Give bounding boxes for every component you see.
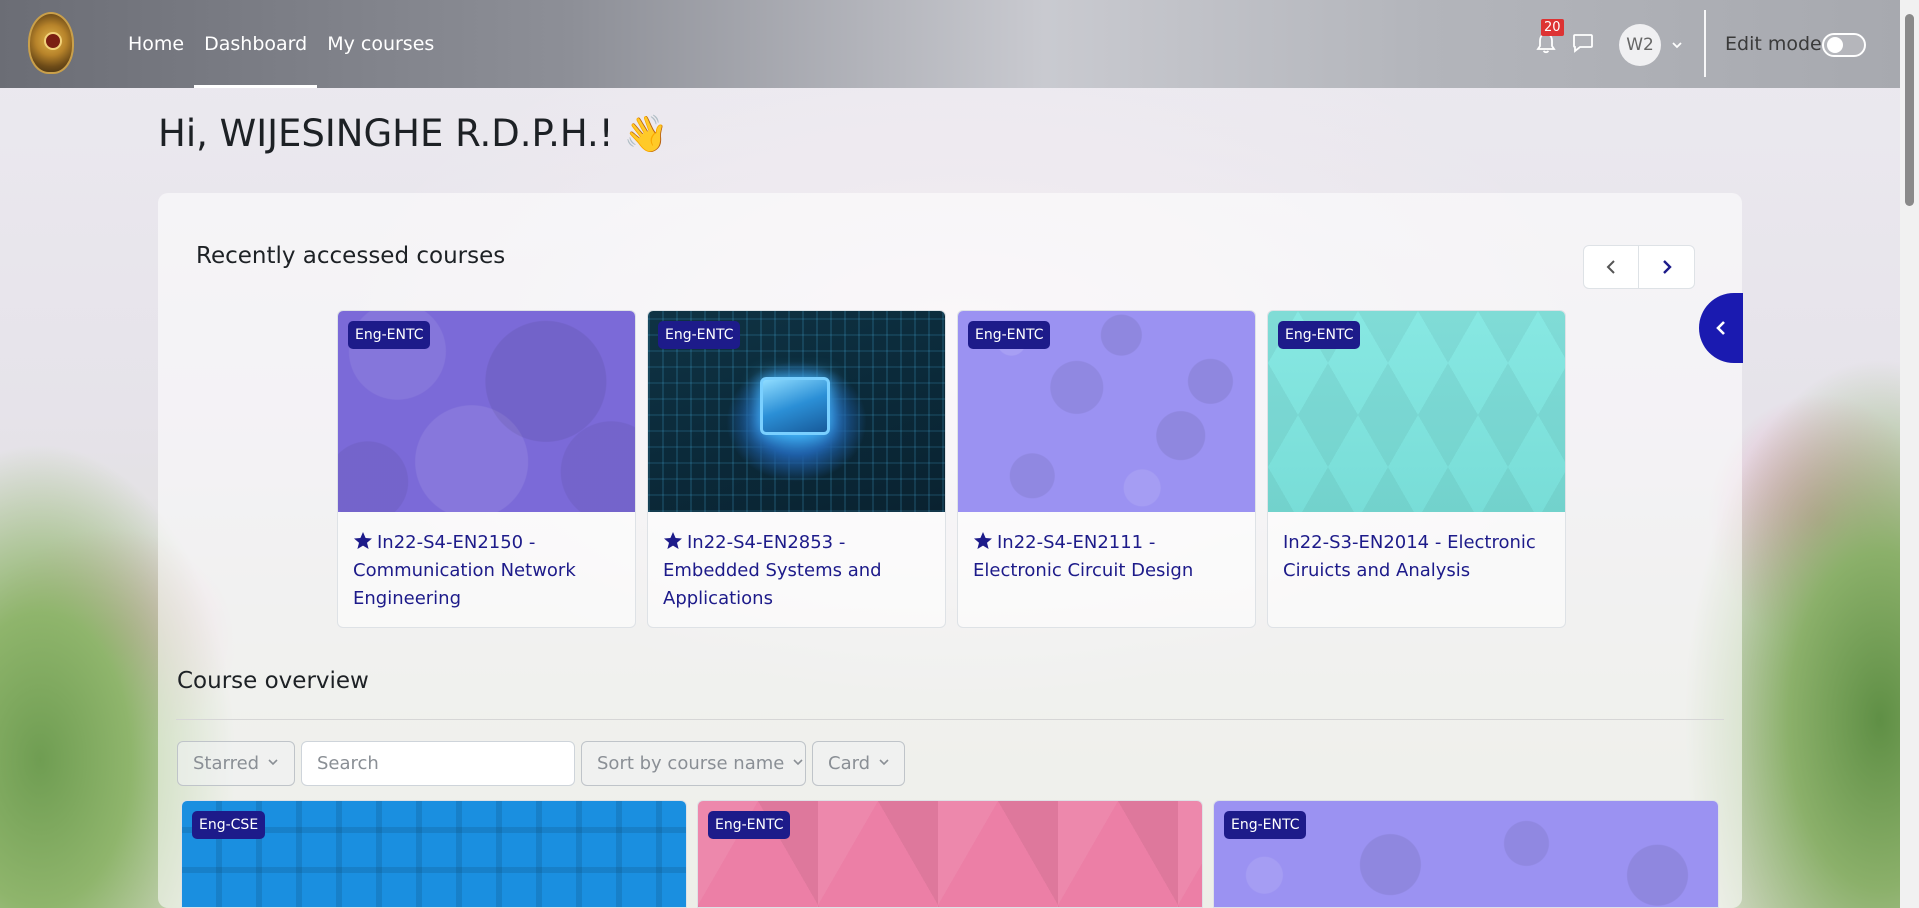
recent-course-card[interactable]: Eng-ENTC In22-S4-EN2150 - Communication … — [337, 310, 636, 628]
course-category-badge: Eng-ENTC — [708, 811, 791, 839]
course-image[interactable]: Eng-ENTC — [958, 311, 1255, 512]
top-navbar: Home Dashboard My courses — [0, 0, 1900, 88]
carousel-next-button[interactable] — [1639, 245, 1695, 289]
messages-icon[interactable] — [1572, 33, 1594, 53]
course-overview-title: Course overview — [177, 668, 369, 694]
edit-mode-toggle[interactable] — [1822, 33, 1866, 57]
nav-my-courses-link[interactable]: My courses — [317, 0, 444, 88]
navbar-divider — [1704, 10, 1706, 77]
course-category-badge: Eng-ENTC — [348, 321, 431, 349]
course-search-input[interactable] — [301, 741, 575, 786]
course-category-badge: Eng-CSE — [192, 811, 266, 839]
star-icon — [664, 532, 682, 549]
chevron-down-icon — [268, 759, 278, 766]
recent-course-card[interactable]: Eng-ENTC In22-S4-EN2111 - Electronic Cir… — [957, 310, 1256, 628]
course-title-text[interactable]: In22-S4-EN2150 - Communication Network E… — [353, 532, 576, 609]
user-avatar[interactable]: W2 — [1619, 24, 1661, 66]
view-mode-label: Card — [828, 753, 871, 774]
waving-hand-icon: 👋 — [623, 114, 669, 155]
circuit-chip-graphic — [760, 377, 830, 435]
edit-mode-label: Edit mode — [1725, 33, 1822, 55]
course-category-badge: Eng-ENTC — [1224, 811, 1307, 839]
sort-dropdown[interactable]: Sort by course name — [581, 741, 806, 786]
sort-dropdown-label: Sort by course name — [597, 753, 785, 774]
course-title-text[interactable]: In22-S3-EN2014 - Electronic Ciruicts and… — [1283, 532, 1536, 581]
star-icon — [354, 532, 372, 549]
carousel-previous-button[interactable] — [1583, 245, 1639, 289]
course-title-link[interactable]: In22-S3-EN2014 - Electronic Ciruicts and… — [1283, 529, 1553, 585]
chevron-right-icon — [1662, 260, 1672, 274]
chevron-left-icon — [1606, 260, 1615, 274]
overview-course-card[interactable]: Eng-ENTC — [1213, 800, 1719, 908]
course-image[interactable]: Eng-ENTC — [338, 311, 635, 512]
notification-count-badge: 20 — [1541, 19, 1564, 36]
course-title-text[interactable]: In22-S4-EN2111 - Electronic Circuit Desi… — [973, 532, 1193, 581]
chevron-down-icon — [879, 759, 889, 766]
grouping-filter-label: Starred — [193, 753, 260, 774]
recent-course-card[interactable]: Eng-ENTC In22-S3-EN2014 - Electronic Cir… — [1267, 310, 1566, 628]
course-image[interactable]: Eng-ENTC — [648, 311, 945, 512]
overview-course-card[interactable]: Eng-ENTC — [697, 800, 1203, 908]
page-scrollbar[interactable] — [1900, 0, 1919, 908]
view-mode-dropdown[interactable]: Card — [812, 741, 905, 786]
greeting-text: Hi, WIJESINGHE R.D.P.H.! — [158, 112, 614, 155]
scrollbar-thumb[interactable] — [1905, 14, 1914, 206]
course-category-badge: Eng-ENTC — [968, 321, 1051, 349]
course-title-link[interactable]: In22-S4-EN2111 - Electronic Circuit Desi… — [973, 529, 1243, 585]
course-image[interactable]: Eng-ENTC — [1268, 311, 1565, 512]
primary-navigation: Home Dashboard My courses — [118, 0, 444, 88]
recently-accessed-title: Recently accessed courses — [196, 243, 506, 269]
star-icon — [974, 532, 992, 549]
chevron-left-icon — [1716, 321, 1725, 335]
chevron-down-icon — [793, 759, 803, 766]
course-title-text[interactable]: In22-S4-EN2853 - Embedded Systems and Ap… — [663, 532, 882, 609]
university-logo[interactable] — [28, 12, 74, 74]
course-category-badge: Eng-ENTC — [1278, 321, 1361, 349]
overview-course-card[interactable]: Eng-CSE — [181, 800, 687, 908]
course-title-link[interactable]: In22-S4-EN2853 - Embedded Systems and Ap… — [663, 529, 933, 613]
page-greeting: Hi, WIJESINGHE R.D.P.H.! 👋 — [158, 112, 668, 155]
chevron-down-icon[interactable] — [1671, 36, 1683, 49]
nav-dashboard-link[interactable]: Dashboard — [194, 0, 318, 88]
course-category-badge: Eng-ENTC — [658, 321, 741, 349]
course-title-link[interactable]: In22-S4-EN2150 - Communication Network E… — [353, 529, 623, 613]
grouping-filter-dropdown[interactable]: Starred — [177, 741, 295, 786]
carousel-navigation — [1583, 245, 1695, 289]
recent-course-card[interactable]: Eng-ENTC In22-S4-EN2853 - Embedded Syste… — [647, 310, 946, 628]
nav-home-link[interactable]: Home — [118, 0, 194, 88]
section-divider — [176, 719, 1724, 720]
